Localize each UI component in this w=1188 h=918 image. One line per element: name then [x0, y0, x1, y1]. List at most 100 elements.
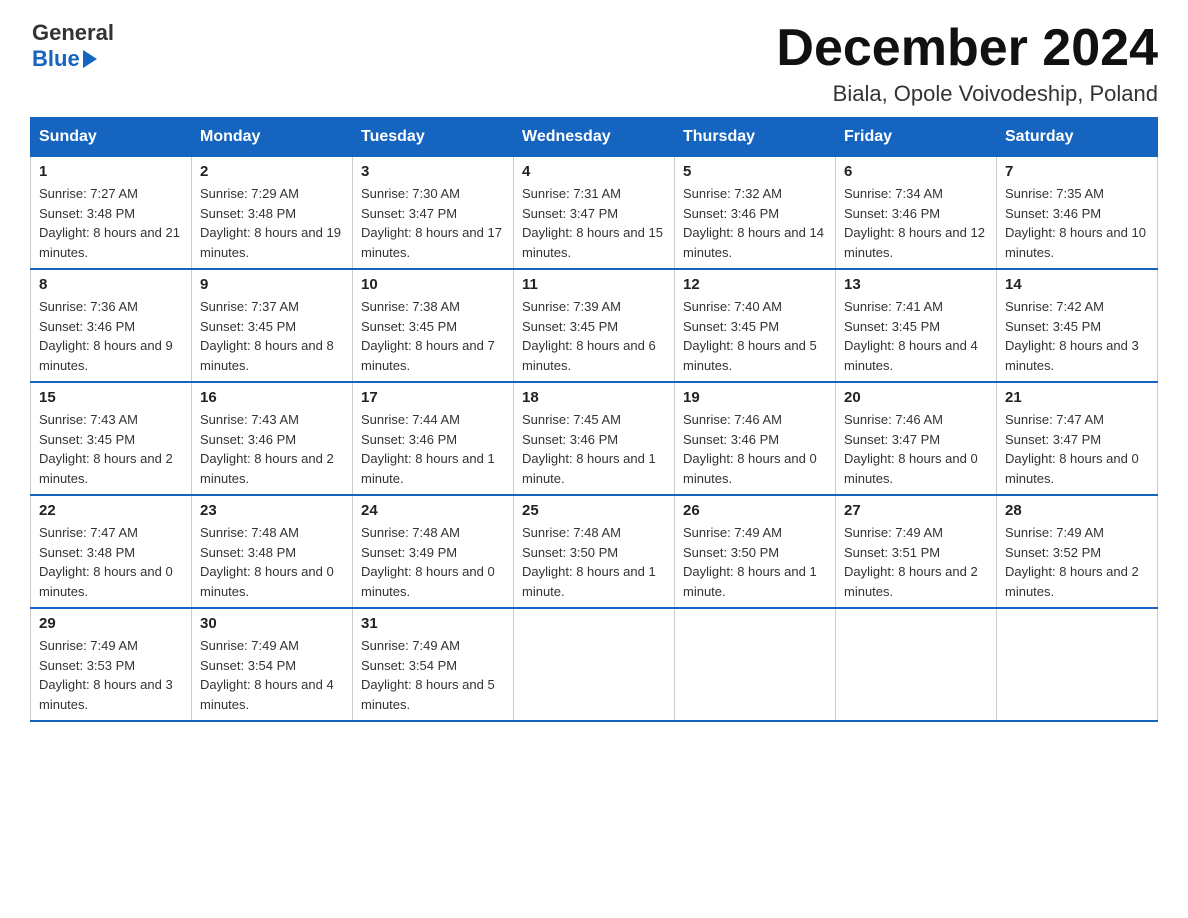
day-number: 23 [200, 502, 344, 519]
sunrise-label: Sunrise: 7:49 AM [39, 638, 138, 653]
day-info: Sunrise: 7:43 AM Sunset: 3:45 PM Dayligh… [39, 410, 183, 488]
daylight-label: Daylight: 8 hours and 2 minutes. [200, 451, 334, 486]
calendar-week-row: 15 Sunrise: 7:43 AM Sunset: 3:45 PM Dayl… [31, 382, 1158, 495]
daylight-label: Daylight: 8 hours and 0 minutes. [683, 451, 817, 486]
day-of-week-header: Sunday [31, 118, 192, 157]
day-info: Sunrise: 7:47 AM Sunset: 3:48 PM Dayligh… [39, 523, 183, 601]
day-info: Sunrise: 7:37 AM Sunset: 3:45 PM Dayligh… [200, 297, 344, 375]
sunrise-label: Sunrise: 7:34 AM [844, 186, 943, 201]
sunset-label: Sunset: 3:51 PM [844, 545, 940, 560]
day-of-week-header: Monday [192, 118, 353, 157]
daylight-label: Daylight: 8 hours and 6 minutes. [522, 338, 656, 373]
day-info: Sunrise: 7:49 AM Sunset: 3:52 PM Dayligh… [1005, 523, 1149, 601]
sunrise-label: Sunrise: 7:37 AM [200, 299, 299, 314]
sunrise-label: Sunrise: 7:42 AM [1005, 299, 1104, 314]
sunrise-label: Sunrise: 7:43 AM [200, 412, 299, 427]
logo-chevron-icon [83, 50, 97, 68]
day-number: 17 [361, 389, 505, 406]
calendar-header: SundayMondayTuesdayWednesdayThursdayFrid… [31, 118, 1158, 157]
calendar-day-cell: 8 Sunrise: 7:36 AM Sunset: 3:46 PM Dayli… [31, 269, 192, 382]
sunrise-label: Sunrise: 7:49 AM [683, 525, 782, 540]
sunset-label: Sunset: 3:45 PM [361, 319, 457, 334]
calendar-day-cell: 12 Sunrise: 7:40 AM Sunset: 3:45 PM Dayl… [675, 269, 836, 382]
sunrise-label: Sunrise: 7:46 AM [683, 412, 782, 427]
day-info: Sunrise: 7:49 AM Sunset: 3:54 PM Dayligh… [200, 636, 344, 714]
day-number: 15 [39, 389, 183, 406]
daylight-label: Daylight: 8 hours and 9 minutes. [39, 338, 173, 373]
sunrise-label: Sunrise: 7:48 AM [361, 525, 460, 540]
day-number: 16 [200, 389, 344, 406]
calendar-day-cell: 29 Sunrise: 7:49 AM Sunset: 3:53 PM Dayl… [31, 608, 192, 721]
calendar-day-cell: 17 Sunrise: 7:44 AM Sunset: 3:46 PM Dayl… [353, 382, 514, 495]
sunrise-label: Sunrise: 7:49 AM [361, 638, 460, 653]
day-number: 11 [522, 276, 666, 293]
daylight-label: Daylight: 8 hours and 7 minutes. [361, 338, 495, 373]
day-number: 6 [844, 163, 988, 180]
day-number: 4 [522, 163, 666, 180]
day-info: Sunrise: 7:43 AM Sunset: 3:46 PM Dayligh… [200, 410, 344, 488]
day-number: 29 [39, 615, 183, 632]
calendar-day-cell: 20 Sunrise: 7:46 AM Sunset: 3:47 PM Dayl… [836, 382, 997, 495]
day-info: Sunrise: 7:35 AM Sunset: 3:46 PM Dayligh… [1005, 184, 1149, 262]
calendar-day-cell: 2 Sunrise: 7:29 AM Sunset: 3:48 PM Dayli… [192, 157, 353, 270]
daylight-label: Daylight: 8 hours and 0 minutes. [1005, 451, 1139, 486]
day-number: 28 [1005, 502, 1149, 519]
calendar-day-cell [675, 608, 836, 721]
calendar-day-cell: 18 Sunrise: 7:45 AM Sunset: 3:46 PM Dayl… [514, 382, 675, 495]
day-info: Sunrise: 7:32 AM Sunset: 3:46 PM Dayligh… [683, 184, 827, 262]
calendar-day-cell: 25 Sunrise: 7:48 AM Sunset: 3:50 PM Dayl… [514, 495, 675, 608]
daylight-label: Daylight: 8 hours and 1 minute. [683, 564, 817, 599]
calendar-day-cell [836, 608, 997, 721]
month-title: December 2024 [776, 20, 1158, 77]
sunrise-label: Sunrise: 7:47 AM [39, 525, 138, 540]
sunset-label: Sunset: 3:46 PM [200, 432, 296, 447]
day-info: Sunrise: 7:49 AM Sunset: 3:50 PM Dayligh… [683, 523, 827, 601]
calendar-day-cell: 21 Sunrise: 7:47 AM Sunset: 3:47 PM Dayl… [997, 382, 1158, 495]
calendar-week-row: 1 Sunrise: 7:27 AM Sunset: 3:48 PM Dayli… [31, 157, 1158, 270]
day-number: 31 [361, 615, 505, 632]
calendar-week-row: 8 Sunrise: 7:36 AM Sunset: 3:46 PM Dayli… [31, 269, 1158, 382]
sunrise-label: Sunrise: 7:48 AM [522, 525, 621, 540]
calendar-week-row: 29 Sunrise: 7:49 AM Sunset: 3:53 PM Dayl… [31, 608, 1158, 721]
sunset-label: Sunset: 3:48 PM [39, 545, 135, 560]
day-info: Sunrise: 7:27 AM Sunset: 3:48 PM Dayligh… [39, 184, 183, 262]
daylight-label: Daylight: 8 hours and 0 minutes. [39, 564, 173, 599]
calendar-table: SundayMondayTuesdayWednesdayThursdayFrid… [30, 117, 1158, 722]
sunrise-label: Sunrise: 7:40 AM [683, 299, 782, 314]
day-of-week-header: Wednesday [514, 118, 675, 157]
sunset-label: Sunset: 3:46 PM [683, 432, 779, 447]
day-info: Sunrise: 7:49 AM Sunset: 3:53 PM Dayligh… [39, 636, 183, 714]
day-number: 21 [1005, 389, 1149, 406]
day-number: 18 [522, 389, 666, 406]
daylight-label: Daylight: 8 hours and 15 minutes. [522, 225, 663, 260]
sunrise-label: Sunrise: 7:43 AM [39, 412, 138, 427]
day-info: Sunrise: 7:38 AM Sunset: 3:45 PM Dayligh… [361, 297, 505, 375]
calendar-day-cell: 19 Sunrise: 7:46 AM Sunset: 3:46 PM Dayl… [675, 382, 836, 495]
daylight-label: Daylight: 8 hours and 21 minutes. [39, 225, 180, 260]
daylight-label: Daylight: 8 hours and 1 minute. [522, 564, 656, 599]
calendar-day-cell: 9 Sunrise: 7:37 AM Sunset: 3:45 PM Dayli… [192, 269, 353, 382]
day-of-week-header: Friday [836, 118, 997, 157]
sunrise-label: Sunrise: 7:29 AM [200, 186, 299, 201]
daylight-label: Daylight: 8 hours and 0 minutes. [200, 564, 334, 599]
day-number: 24 [361, 502, 505, 519]
day-info: Sunrise: 7:44 AM Sunset: 3:46 PM Dayligh… [361, 410, 505, 488]
calendar-day-cell: 5 Sunrise: 7:32 AM Sunset: 3:46 PM Dayli… [675, 157, 836, 270]
daylight-label: Daylight: 8 hours and 14 minutes. [683, 225, 824, 260]
day-number: 20 [844, 389, 988, 406]
daylight-label: Daylight: 8 hours and 2 minutes. [844, 564, 978, 599]
sunset-label: Sunset: 3:53 PM [39, 658, 135, 673]
day-number: 2 [200, 163, 344, 180]
calendar-body: 1 Sunrise: 7:27 AM Sunset: 3:48 PM Dayli… [31, 157, 1158, 722]
day-info: Sunrise: 7:45 AM Sunset: 3:46 PM Dayligh… [522, 410, 666, 488]
sunset-label: Sunset: 3:47 PM [844, 432, 940, 447]
sunrise-label: Sunrise: 7:44 AM [361, 412, 460, 427]
calendar-day-cell [997, 608, 1158, 721]
sunset-label: Sunset: 3:45 PM [39, 432, 135, 447]
calendar-day-cell: 6 Sunrise: 7:34 AM Sunset: 3:46 PM Dayli… [836, 157, 997, 270]
sunset-label: Sunset: 3:46 PM [1005, 206, 1101, 221]
daylight-label: Daylight: 8 hours and 12 minutes. [844, 225, 985, 260]
sunrise-label: Sunrise: 7:35 AM [1005, 186, 1104, 201]
calendar-day-cell: 10 Sunrise: 7:38 AM Sunset: 3:45 PM Dayl… [353, 269, 514, 382]
day-number: 12 [683, 276, 827, 293]
